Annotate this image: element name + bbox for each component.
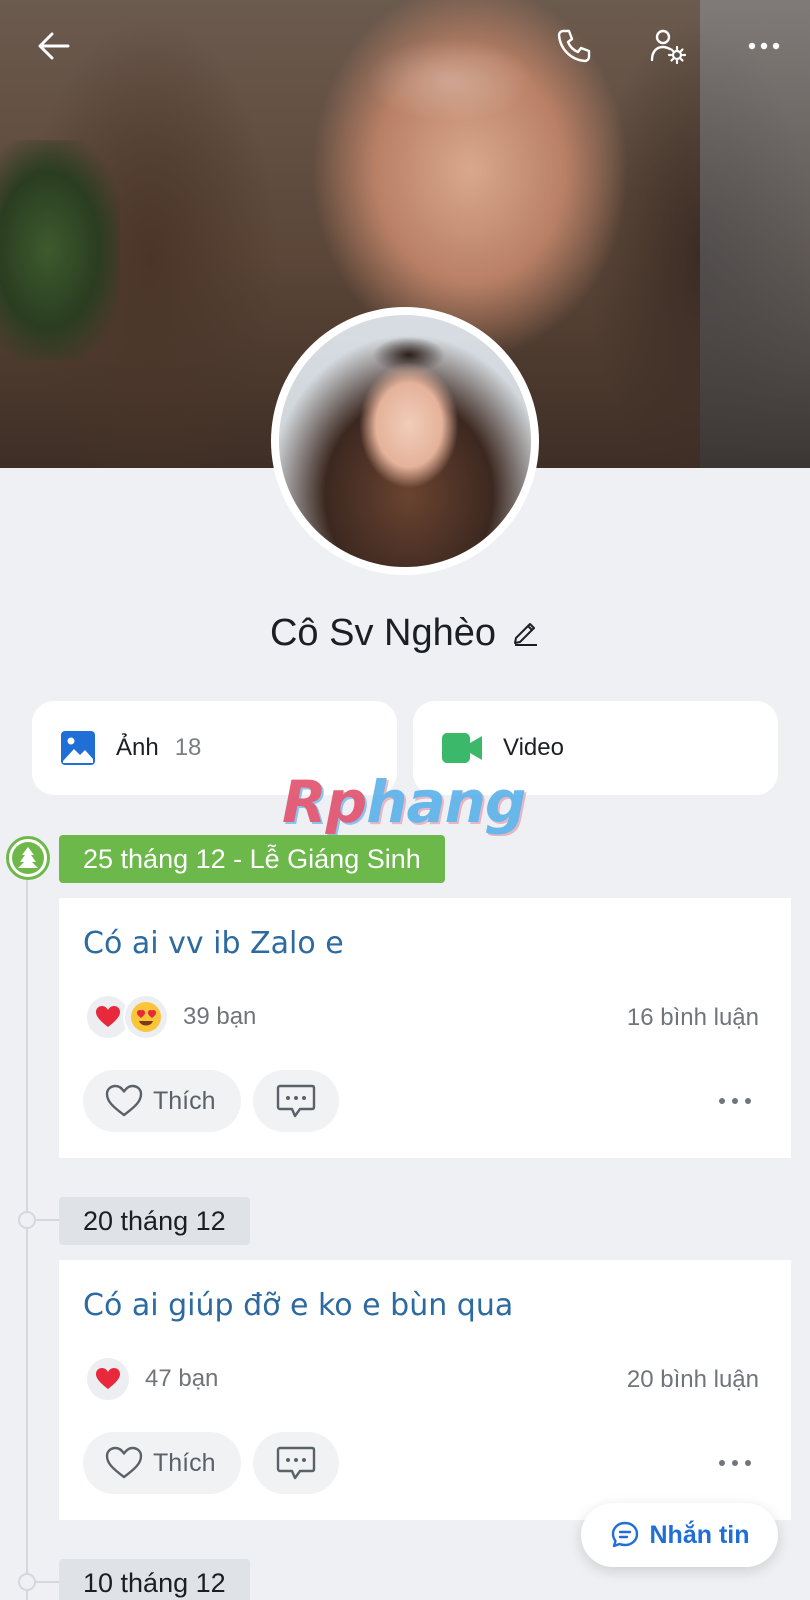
- cover-plant: [0, 140, 120, 360]
- profile-name: Cô Sv Nghèo: [269, 612, 496, 654]
- post-card[interactable]: Có ai giúp đỡ e ko e bùn qua 47 bạn 20 b…: [59, 1260, 791, 1520]
- heart-outline-icon: [105, 1084, 143, 1117]
- post-more-button[interactable]: [713, 1084, 757, 1118]
- pencil-icon: [514, 623, 537, 646]
- post-card[interactable]: Có ai vv ib Zalo e 39 bạn 16 bình luận T…: [59, 898, 791, 1158]
- photos-label: Ảnh: [116, 734, 159, 761]
- back-button[interactable]: [28, 20, 80, 72]
- date-tag-holiday: 25 tháng 12 - Lễ Giáng Sinh: [59, 835, 445, 883]
- edit-name-button[interactable]: [510, 616, 540, 651]
- profile-settings-button[interactable]: [642, 20, 694, 72]
- more-horizontal-icon: [748, 42, 780, 50]
- avatar-photo: [279, 315, 531, 567]
- reactions[interactable]: 47 bạn: [85, 1356, 218, 1402]
- video-label: Video: [503, 734, 564, 761]
- more-options-button[interactable]: [738, 20, 790, 72]
- post-text[interactable]: Có ai giúp đỡ e ko e bùn qua: [83, 1288, 513, 1323]
- photos-count: 18: [174, 734, 202, 761]
- profile-name-row: Cô Sv Nghèo: [0, 612, 810, 655]
- watermark-logo: Rphang: [282, 768, 526, 836]
- timeline-node: [18, 1573, 36, 1591]
- more-horizontal-icon: [719, 1460, 751, 1466]
- christmas-tree-icon: [18, 847, 38, 868]
- date-tag: 20 tháng 12: [59, 1197, 250, 1245]
- heart-outline-icon: [105, 1446, 143, 1479]
- timeline-connector: [36, 1219, 60, 1221]
- post-text[interactable]: Có ai vv ib Zalo e: [83, 926, 344, 961]
- send-message-button[interactable]: Nhắn tin: [581, 1503, 778, 1567]
- timeline-connector: [36, 1581, 60, 1583]
- send-message-label: Nhắn tin: [649, 1520, 750, 1549]
- timeline-line: [26, 880, 28, 1600]
- avatar[interactable]: [271, 307, 539, 575]
- like-label: Thích: [153, 1086, 216, 1115]
- comment-count[interactable]: 20 bình luận: [627, 1366, 759, 1394]
- comment-button[interactable]: [253, 1070, 339, 1132]
- more-horizontal-icon: [719, 1098, 751, 1104]
- comment-icon: [276, 1446, 316, 1480]
- timeline-node: [18, 1211, 36, 1229]
- like-button[interactable]: Thích: [83, 1432, 241, 1494]
- heart-reaction-icon: [85, 1356, 131, 1402]
- heart-eyes-reaction-icon: [123, 994, 169, 1040]
- call-button[interactable]: [548, 20, 600, 72]
- post-more-button[interactable]: [713, 1446, 757, 1480]
- christmas-tree-node: [6, 836, 50, 880]
- reaction-count: 47 bạn: [145, 1365, 219, 1392]
- date-tag: 10 tháng 12: [59, 1559, 250, 1600]
- comment-button[interactable]: [253, 1432, 339, 1494]
- comment-count[interactable]: 16 bình luận: [627, 1004, 759, 1032]
- like-label: Thích: [153, 1448, 216, 1477]
- user-settings-icon: [650, 29, 687, 65]
- comment-icon: [276, 1084, 316, 1118]
- arrow-left-icon: [38, 32, 70, 60]
- reaction-count: 39 bạn: [183, 1003, 257, 1030]
- reactions[interactable]: 39 bạn: [85, 994, 256, 1040]
- phone-icon: [557, 29, 591, 63]
- image-icon: [61, 731, 95, 765]
- video-camera-icon: [442, 733, 482, 763]
- like-button[interactable]: Thích: [83, 1070, 241, 1132]
- chat-bubble-icon: [611, 1521, 638, 1548]
